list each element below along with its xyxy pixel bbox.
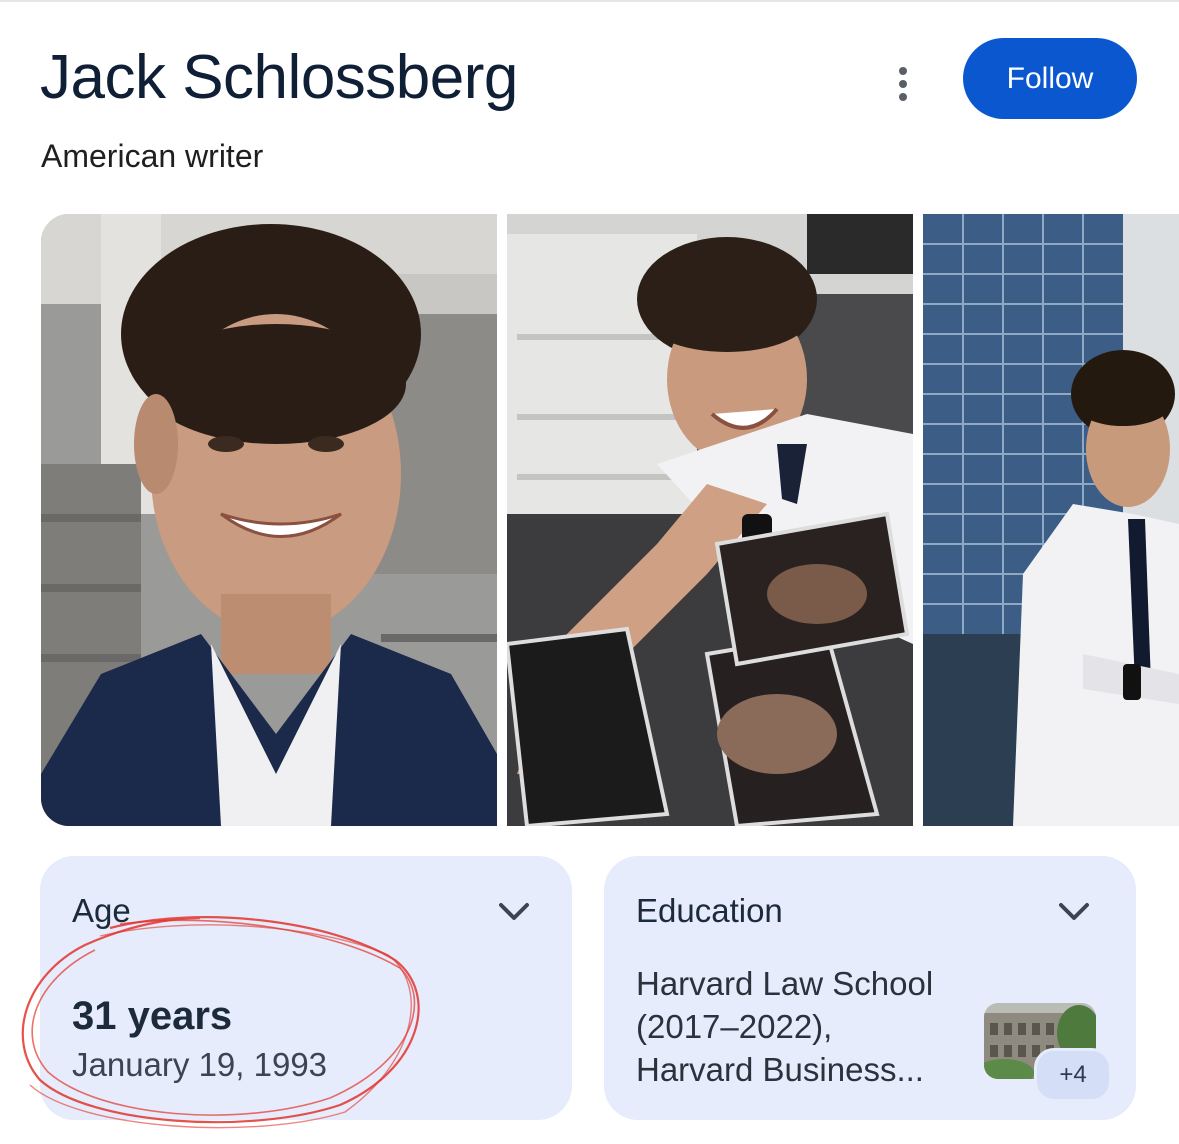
education-line: (2017–2022), xyxy=(636,1008,833,1045)
chevron-down-icon[interactable] xyxy=(1056,896,1092,926)
top-divider xyxy=(0,0,1179,2)
education-line: Harvard Law School xyxy=(636,965,934,1002)
more-vert-icon xyxy=(899,67,907,101)
birth-date: January 19, 1993 xyxy=(72,1046,328,1083)
entity-title: Jack Schlossberg xyxy=(40,43,518,112)
image-gallery xyxy=(41,214,1179,826)
education-label: Education xyxy=(636,892,783,929)
gallery-image-portrait[interactable] xyxy=(41,214,497,826)
entity-subtitle: American writer xyxy=(41,138,264,174)
gallery-image-office[interactable] xyxy=(507,214,913,826)
age-label: Age xyxy=(72,892,131,929)
more-education-badge[interactable]: +4 xyxy=(1034,1048,1112,1102)
age-card[interactable]: Age 31 years January 19, 1993 xyxy=(40,856,572,1120)
gallery-image-city[interactable] xyxy=(923,214,1179,826)
more-options-button[interactable] xyxy=(884,62,922,106)
education-text: Harvard Law School (2017–2022), Harvard … xyxy=(636,962,966,1091)
age-value: 31 years xyxy=(72,994,233,1038)
education-line: Harvard Business... xyxy=(636,1051,924,1088)
follow-button[interactable]: Follow xyxy=(963,38,1137,119)
education-card[interactable]: Education Harvard Law School (2017–2022)… xyxy=(604,856,1136,1120)
chevron-down-icon[interactable] xyxy=(496,896,532,926)
